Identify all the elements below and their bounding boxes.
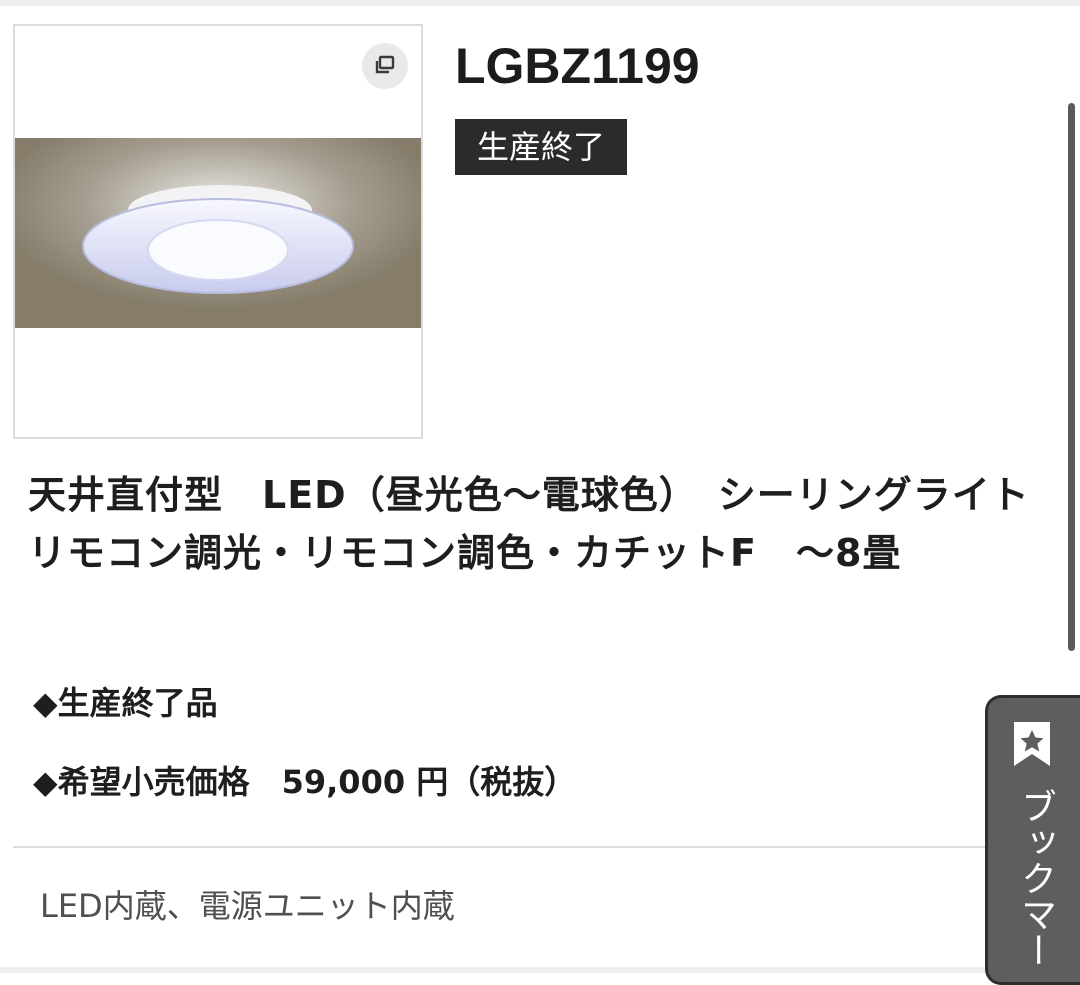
bottom-divider xyxy=(0,967,1080,973)
expand-image-button[interactable] xyxy=(362,43,408,89)
spec-discontinued: ◆生産終了品 xyxy=(33,684,218,722)
spec-retail-price: ◆希望小売価格 59,000 円（税抜） xyxy=(33,763,577,801)
section-divider xyxy=(13,846,985,848)
ceiling-light-photo xyxy=(15,138,421,328)
bookmark-tab[interactable]: ブックマー xyxy=(985,695,1080,985)
product-model: LGBZ1199 xyxy=(455,38,700,94)
top-divider xyxy=(0,0,1080,6)
feature-text: LED内蔵、電源ユニット内蔵 xyxy=(40,887,455,925)
page-scrollbar[interactable] xyxy=(1068,103,1075,651)
product-title: 天井直付型 LED（昼光色〜電球色） シーリングライト リモコン調光・リモコン調… xyxy=(28,473,1069,575)
bookmark-label: ブックマー xyxy=(1015,788,1056,968)
bookmark-star-icon xyxy=(1014,722,1050,766)
status-badge: 生産終了 xyxy=(455,119,628,175)
product-image[interactable] xyxy=(13,24,423,439)
expand-window-icon xyxy=(375,55,395,74)
